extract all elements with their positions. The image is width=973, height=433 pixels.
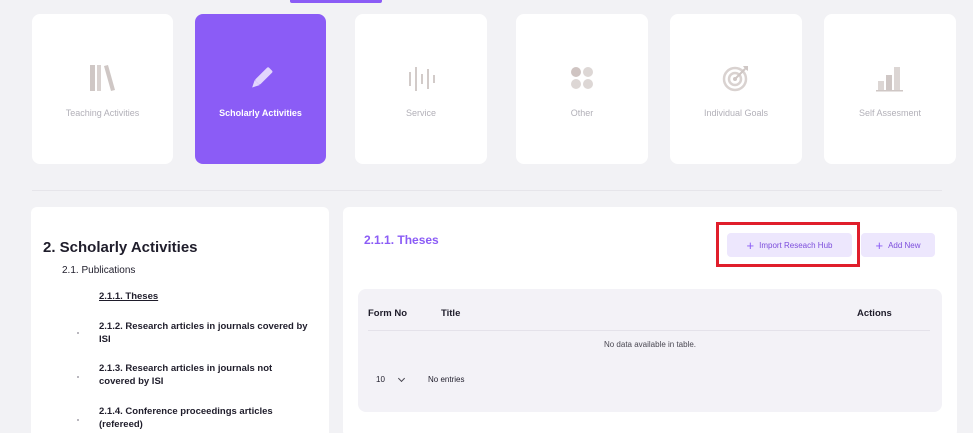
books-icon bbox=[87, 58, 119, 98]
add-button-label: Add New bbox=[888, 240, 921, 250]
page-size-select[interactable]: 10 bbox=[376, 374, 405, 384]
category-label: Self Assesment bbox=[858, 108, 922, 118]
import-research-hub-button[interactable]: + Import Reseach Hub bbox=[727, 233, 852, 257]
category-card-teaching-activities[interactable]: Teaching Activities bbox=[32, 14, 173, 164]
category-label: Service bbox=[405, 108, 436, 118]
chevron-down-icon bbox=[397, 374, 405, 382]
category-label: Individual Goals bbox=[703, 108, 769, 118]
sidebar-item-isi-articles[interactable]: 2.1.2. Research articles in journals cov… bbox=[99, 320, 309, 346]
category-card-other[interactable]: Other bbox=[516, 14, 648, 164]
header-divider bbox=[368, 330, 930, 331]
section-divider bbox=[32, 190, 942, 191]
plus-icon: + bbox=[875, 237, 884, 253]
page-title: 2.1.1. Theses bbox=[364, 233, 439, 247]
empty-table-message: No data available in table. bbox=[603, 340, 697, 349]
sidebar-item-conference-proceedings[interactable]: 2.1.4. Conference proceedings articles (… bbox=[99, 405, 309, 431]
category-card-individual-goals[interactable]: Individual Goals bbox=[670, 14, 802, 164]
bars-icon bbox=[406, 58, 436, 98]
add-new-button[interactable]: + Add New bbox=[861, 233, 935, 257]
page-size-value: 10 bbox=[376, 375, 385, 384]
data-table: Form No Title Actions No data available … bbox=[358, 289, 942, 412]
list-bullet bbox=[77, 332, 79, 334]
list-bullet bbox=[77, 376, 79, 378]
category-card-self-assesment[interactable]: Self Assesment bbox=[824, 14, 956, 164]
entries-info: No entries bbox=[428, 375, 465, 384]
sidebar-item-theses[interactable]: 2.1.1. Theses bbox=[99, 290, 309, 303]
content-panel: 2.1.1. Theses + Import Reseach Hub + Add… bbox=[343, 207, 957, 433]
column-header-title[interactable]: Title bbox=[441, 308, 460, 319]
import-button-label: Import Reseach Hub bbox=[759, 240, 833, 250]
target-icon bbox=[721, 58, 751, 98]
list-bullet bbox=[77, 419, 79, 421]
sidebar-item-non-isi-articles[interactable]: 2.1.3. Research articles in journals not… bbox=[99, 362, 309, 388]
category-label: Teaching Activities bbox=[65, 108, 140, 118]
column-header-actions: Actions bbox=[857, 308, 892, 319]
category-label: Scholarly Activities bbox=[219, 108, 302, 118]
category-label: Other bbox=[570, 108, 594, 118]
chart-icon bbox=[875, 58, 905, 98]
section-title: 2. Scholarly Activities bbox=[43, 239, 198, 256]
top-tab-indicator bbox=[290, 0, 382, 3]
sidebar-panel: 2. Scholarly Activities 2.1. Publication… bbox=[31, 207, 329, 433]
category-card-service[interactable]: Service bbox=[355, 14, 487, 164]
plus-icon: + bbox=[746, 237, 755, 253]
group-title: 2.1. Publications bbox=[62, 265, 136, 276]
dots-grid-icon bbox=[568, 58, 596, 98]
category-card-scholarly-activities[interactable]: Scholarly Activities bbox=[195, 14, 326, 164]
column-header-form-no[interactable]: Form No bbox=[368, 308, 407, 319]
pencil-icon bbox=[246, 58, 276, 98]
